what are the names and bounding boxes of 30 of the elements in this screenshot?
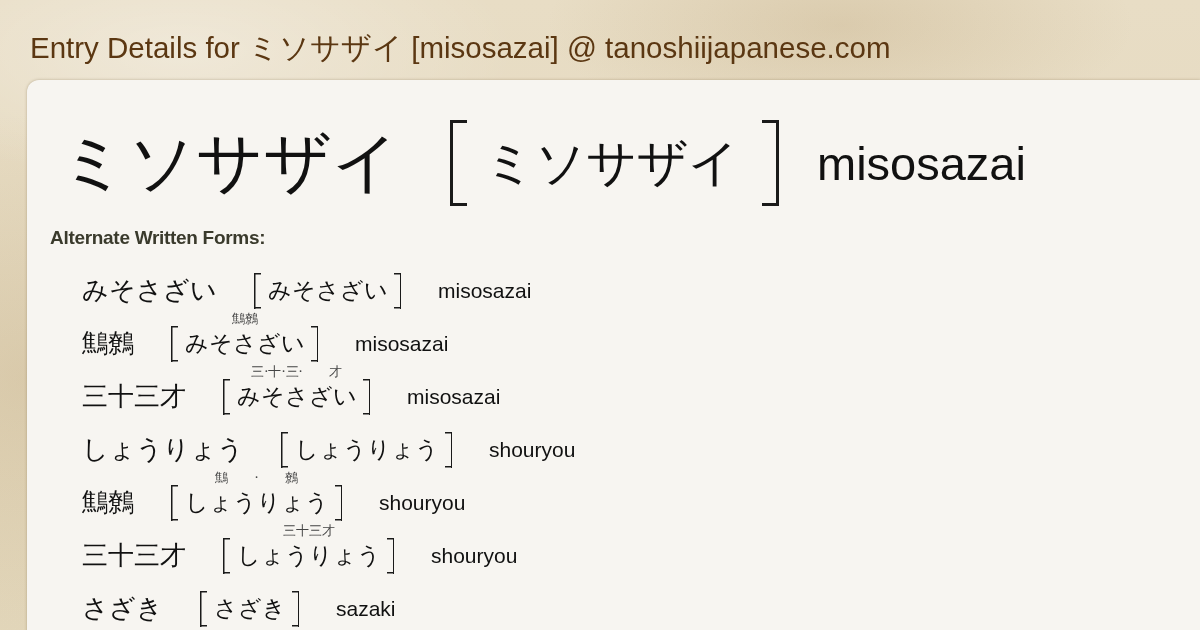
written-form: 三十三才 (82, 539, 186, 572)
written-form: さざき (82, 592, 163, 625)
entry-word: ミソサザイ (60, 123, 400, 203)
romaji: misosazai (438, 278, 532, 303)
reading: しょうりょう (223, 537, 394, 574)
written-form: みそさざい (82, 274, 217, 307)
romaji: shouryou (379, 490, 466, 515)
romaji: sazaki (336, 596, 396, 621)
reading-annotation: 鷦鷯 (231, 311, 258, 326)
page-title: Entry Details for ミソサザイ [misosazai] @ tanoshiijapanese.com (30, 31, 891, 65)
reading: みそさざい (223, 378, 370, 415)
written-form: 鷦鷯 (82, 486, 134, 519)
written-form: 三十三才 (82, 380, 186, 413)
romaji: shouryou (431, 543, 518, 568)
reading-annotation: 鷦 · 鷯 (215, 470, 298, 485)
reading-annotation: 三十三才 (282, 523, 335, 538)
reading: さざき (200, 590, 299, 627)
reading-annotation: 三·十·三· 才 (251, 364, 342, 379)
romaji: misosazai (355, 331, 449, 356)
reading: みそさざい (254, 272, 401, 309)
entry-reading: ミソサザイ (450, 120, 779, 206)
entry-romaji: misosazai (817, 135, 1026, 191)
reading: みそさざい (171, 325, 318, 362)
romaji: shouryou (489, 437, 576, 462)
romaji: misosazai (407, 384, 501, 409)
reading: しょうりょう (171, 484, 342, 521)
reading: しょうりょう (281, 431, 452, 468)
written-form: しょうりょう (82, 433, 244, 466)
section-heading: Alternate Written Forms: (50, 227, 266, 249)
written-form: 鷦鷯 (82, 327, 134, 360)
